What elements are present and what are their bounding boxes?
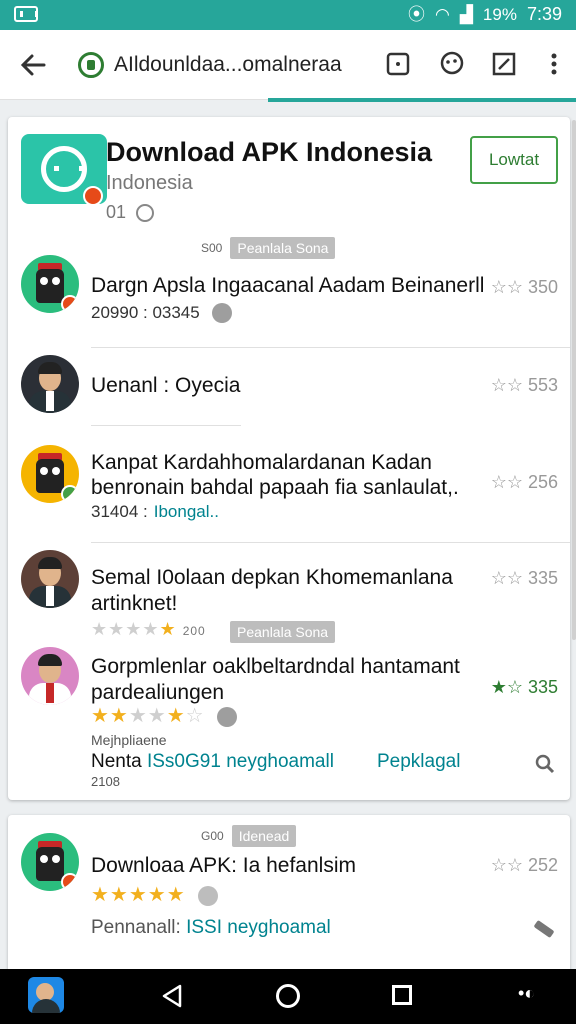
app-title: Download APK Indonesia <box>106 137 433 167</box>
footer-prefix: Pennanall: <box>91 917 181 938</box>
app-subtitle: Indonesia <box>106 172 193 194</box>
footer-line: Nenta ISs0G91 neyghoamall <box>91 751 334 773</box>
install-button[interactable]: Lowtat <box>470 136 558 184</box>
list-item-title-line1: Kanpat Kardahhomalardanan Kadan <box>91 451 432 474</box>
avatar <box>21 445 79 503</box>
nav-recents-icon[interactable] <box>392 985 412 1005</box>
url-bar[interactable]: AIldounldaa...omalneraa <box>78 44 348 86</box>
list-item-link[interactable]: Ibongal.. <box>154 502 219 522</box>
list-item[interactable]: Gorpmlenlar oaklbeltardndal hantamant pa… <box>8 647 570 797</box>
footer-number: 2108 <box>91 774 120 789</box>
signal-icon: ▟ <box>459 4 473 24</box>
divider <box>91 542 570 543</box>
tabs-icon[interactable] <box>384 50 412 78</box>
list-item-title: Downloaa APK: Ia hefanlsim <box>91 854 356 877</box>
list-item-date: 31404 : <box>91 502 148 521</box>
nav-extra-icon[interactable]: •◐ <box>518 983 535 1004</box>
avatar <box>21 550 79 608</box>
page-load-progress <box>268 98 576 102</box>
star-rating: ★★★★★ <box>91 882 219 907</box>
list-item-date: 20990 : 03345 <box>91 303 200 322</box>
more-menu-icon[interactable] <box>540 50 568 78</box>
list-item[interactable]: Downloaa APK: Ia hefanlsim ☆☆ 252 ★★★★★ … <box>8 833 570 953</box>
app-list-card: Download APK Indonesia Indonesia 01 Lowt… <box>8 117 570 800</box>
rating: ★☆ 335 <box>490 677 558 697</box>
notification-icon <box>14 6 38 22</box>
url-text: AIldounldaa...omalneraa <box>114 53 342 76</box>
list-item-title-line1: Semal I0olaan depkan Khomemanlana <box>91 566 453 589</box>
nav-home-icon[interactable] <box>276 984 300 1008</box>
info-icon <box>217 706 238 727</box>
status-icons: ⦿ ◠ ▟ 19% 7:39 <box>408 4 562 25</box>
chat-icon[interactable] <box>438 50 466 78</box>
search-icon[interactable] <box>534 753 556 775</box>
back-arrow-icon[interactable] <box>18 50 48 80</box>
footer-link-2[interactable]: Pepklagal <box>377 751 460 773</box>
list-item[interactable]: Semal I0olaan depkan Khomemanlana artink… <box>8 550 570 643</box>
footer-line: Pennanall: ISSI neyghoamal <box>91 917 331 939</box>
battery-level: 19% <box>482 4 517 24</box>
info-icon <box>211 303 232 323</box>
list-item-title-line1: Gorpmlenlar oaklbeltardndal hantamant <box>91 655 460 678</box>
scrollbar[interactable] <box>572 120 576 640</box>
nav-back-icon[interactable] <box>160 983 184 1009</box>
tag-small: S00 <box>201 241 223 255</box>
vibrate-icon: ⦿ <box>408 4 425 24</box>
avatar <box>21 355 79 413</box>
divider <box>91 425 241 426</box>
rating: ☆☆ 350 <box>490 277 558 297</box>
list-item[interactable]: Kanpat Kardahhomalardanan Kadan benronai… <box>8 445 570 543</box>
edit-pen-icon[interactable] <box>533 919 555 939</box>
avatar-mini-icon <box>198 885 219 906</box>
app-meta: 01 <box>106 202 155 223</box>
list-item-title: Dargn Apsla Ingaacanal Aadam Beinanerll <box>91 274 485 297</box>
system-nav-bar: •◐ <box>0 969 576 1024</box>
list-item-subtitle: 31404 : Ibongal.. <box>91 502 219 522</box>
edit-icon[interactable] <box>490 50 518 78</box>
avatar <box>21 255 79 313</box>
rating: ☆☆ 256 <box>490 472 558 492</box>
footer-link[interactable]: ISSI neyghoamal <box>186 917 331 938</box>
list-item-subtitle: 20990 : 03345 <box>91 303 232 323</box>
app-icon <box>21 134 107 206</box>
divider <box>91 347 570 348</box>
wifi-icon: ◠ <box>435 4 450 24</box>
tag-chip[interactable]: Peanlala Sona <box>230 621 336 643</box>
footer-prefix: Nenta <box>91 751 142 772</box>
list-item-title: Uenanl : Oyecia <box>91 374 241 397</box>
avatar <box>21 647 79 705</box>
rating: ☆☆ 252 <box>490 855 558 875</box>
secure-lock-icon <box>78 52 104 78</box>
rating: ☆☆ 335 <box>490 568 558 588</box>
footer-small: Mejhpliaene <box>91 732 167 748</box>
app-meta-value: 01 <box>106 202 127 222</box>
footer-link[interactable]: ISs0G91 neyghoamall <box>147 751 334 772</box>
settings-icon <box>136 203 155 222</box>
list-item[interactable]: Uenanl : Oyecia ☆☆ 553 <box>8 355 570 445</box>
star-rating: ★★★★★ 200 <box>91 619 206 639</box>
avatar <box>21 833 79 891</box>
list-item[interactable]: Dargn Apsla Ingaacanal Aadam Beinanerll … <box>8 255 570 347</box>
status-bar: ⦿ ◠ ▟ 19% 7:39 <box>0 0 576 30</box>
second-app-card: G00 Idenead Downloaa APK: Ia hefanlsim ☆… <box>8 815 570 975</box>
list-item-title-line2: benronain bahdal papaah fia sanlaulat,. <box>91 476 459 499</box>
browser-toolbar: AIldounldaa...omalneraa <box>0 30 576 102</box>
star-rating: ★★★★★☆ <box>91 703 238 728</box>
list-item-title-line2: artinknet! <box>91 592 178 615</box>
app-thumbnail-icon[interactable] <box>28 977 64 1013</box>
star-count: 200 <box>182 624 206 638</box>
clock: 7:39 <box>526 4 562 24</box>
rating: ☆☆ 553 <box>490 375 558 395</box>
